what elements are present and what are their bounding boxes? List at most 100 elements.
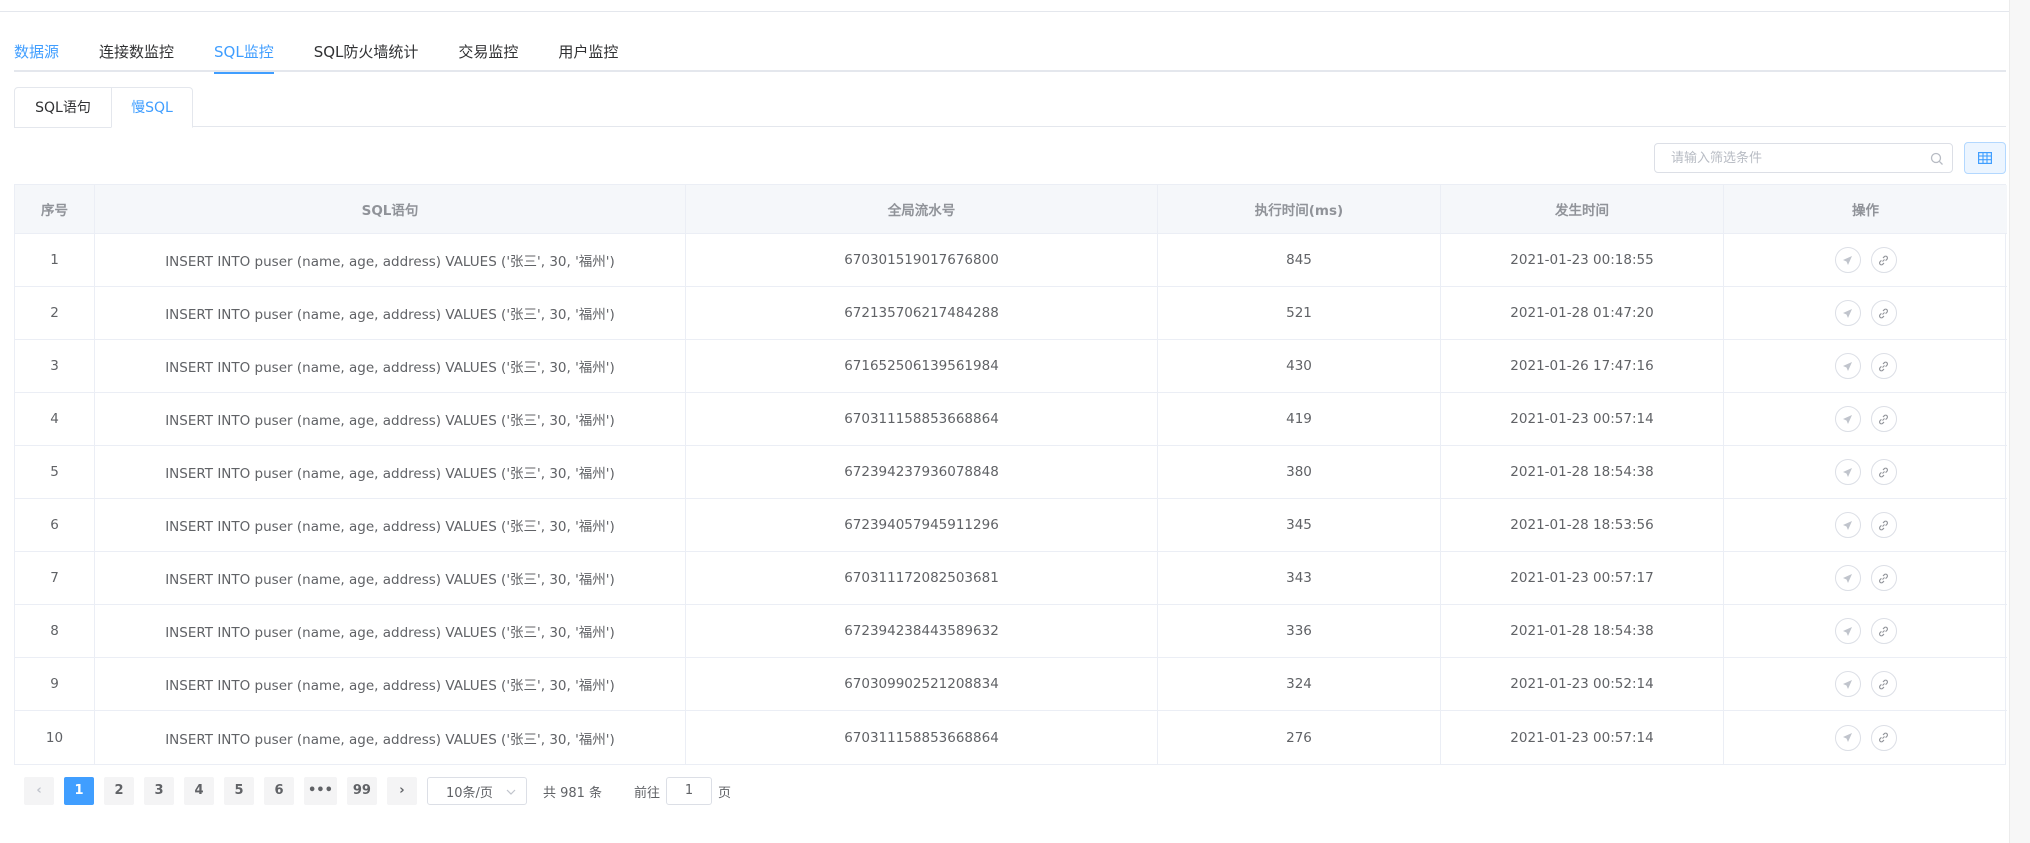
page-5[interactable]: 5 [224, 777, 254, 805]
send-icon[interactable] [1834, 618, 1861, 644]
row-serial: 670311158853668864 [686, 393, 1158, 445]
page-3[interactable]: 3 [144, 777, 174, 805]
tab-connection-monitor[interactable]: 连接数监控 [99, 33, 174, 72]
row-serial: 670301519017676800 [686, 234, 1158, 286]
row-sql: INSERT INTO puser (name, age, address) V… [95, 605, 686, 657]
page-2[interactable]: 2 [104, 777, 134, 805]
row-index: 3 [15, 340, 95, 392]
table-row: 8 INSERT INTO puser (name, age, address) … [15, 605, 2007, 658]
row-exec-time: 336 [1158, 605, 1441, 657]
send-icon[interactable] [1834, 300, 1861, 326]
goto-label: 前往 [634, 785, 661, 801]
row-occur-time: 2021-01-23 00:57:17 [1441, 552, 1724, 604]
row-index: 9 [15, 658, 95, 710]
row-sql: INSERT INTO puser (name, age, address) V… [95, 552, 686, 604]
row-sql: INSERT INTO puser (name, age, address) V… [95, 658, 686, 710]
link-icon[interactable] [1870, 353, 1897, 379]
row-serial: 670311158853668864 [686, 711, 1158, 764]
row-index: 4 [15, 393, 95, 445]
row-occur-time: 2021-01-23 00:18:55 [1441, 234, 1724, 286]
main-tabs: 数据源 连接数监控 SQL监控 SQL防火墙统计 交易监控 用户监控 [14, 33, 2006, 74]
chevron-down-icon [506, 784, 516, 799]
table-row: 6 INSERT INTO puser (name, age, address) … [15, 499, 2007, 552]
row-exec-time: 430 [1158, 340, 1441, 392]
row-index: 7 [15, 552, 95, 604]
row-serial: 672135706217484288 [686, 287, 1158, 339]
send-icon[interactable] [1834, 671, 1861, 697]
link-icon[interactable] [1870, 459, 1897, 485]
row-exec-time: 276 [1158, 711, 1441, 764]
row-actions [1724, 340, 2007, 392]
subtab-sql-statements[interactable]: SQL语句 [14, 87, 112, 128]
table-row: 7 INSERT INTO puser (name, age, address) … [15, 552, 2007, 605]
link-icon[interactable] [1870, 565, 1897, 591]
row-index: 1 [15, 234, 95, 286]
goto-page-input[interactable]: 1 [666, 777, 713, 805]
send-icon[interactable] [1834, 353, 1861, 379]
row-occur-time: 2021-01-23 00:52:14 [1441, 658, 1724, 710]
tab-sql-firewall-stats[interactable]: SQL防火墙统计 [314, 33, 419, 72]
row-exec-time: 521 [1158, 287, 1441, 339]
send-icon[interactable] [1834, 406, 1861, 432]
link-icon[interactable] [1870, 300, 1897, 326]
link-icon[interactable] [1870, 671, 1897, 697]
send-icon[interactable] [1834, 459, 1861, 485]
link-icon[interactable] [1870, 724, 1897, 751]
more-pages-button[interactable]: ••• [304, 777, 337, 805]
row-sql: INSERT INTO puser (name, age, address) V… [95, 287, 686, 339]
table-body: 1 INSERT INTO puser (name, age, address) … [15, 234, 2007, 764]
prev-page-button[interactable]: ‹ [24, 777, 54, 805]
row-sql: INSERT INTO puser (name, age, address) V… [95, 711, 686, 764]
table-row: 3 INSERT INTO puser (name, age, address) … [15, 340, 2007, 393]
sub-tabs: SQL语句 慢SQL [14, 87, 2006, 128]
next-page-button[interactable]: › [386, 777, 417, 805]
slow-sql-table: 序号 SQL语句 全局流水号 执行时间(ms) 发生时间 操作 1 INSERT … [14, 184, 2007, 765]
page-size-value: 10条/页 [445, 785, 493, 801]
send-icon[interactable] [1834, 512, 1861, 538]
row-actions [1724, 234, 2007, 286]
page-1[interactable]: 1 [64, 777, 94, 805]
link-icon[interactable] [1870, 247, 1897, 273]
filter-input[interactable] [1669, 144, 1929, 172]
search-icon[interactable] [1930, 151, 1944, 165]
subtab-slow-sql[interactable]: 慢SQL [111, 87, 193, 128]
header-serial: 全局流水号 [686, 185, 1158, 233]
page-size-select[interactable]: 10条/页 [426, 777, 527, 805]
header-actions: 操作 [1852, 203, 1879, 219]
table-header: 序号 SQL语句 全局流水号 执行时间(ms) 发生时间 操作 [15, 185, 2007, 234]
send-icon[interactable] [1834, 247, 1861, 273]
row-exec-time: 380 [1158, 446, 1441, 498]
row-sql: INSERT INTO puser (name, age, address) V… [95, 340, 686, 392]
send-icon[interactable] [1834, 565, 1861, 591]
row-exec-time: 324 [1158, 658, 1441, 710]
page-99[interactable]: 99 [346, 777, 377, 805]
row-occur-time: 2021-01-28 18:54:38 [1441, 446, 1724, 498]
link-icon[interactable] [1870, 406, 1897, 432]
window-scrollbar[interactable] [2009, 0, 2030, 843]
link-icon[interactable] [1870, 512, 1897, 538]
link-icon[interactable] [1870, 618, 1897, 644]
tab-user-monitor[interactable]: 用户监控 [558, 33, 618, 72]
row-actions [1724, 287, 2007, 339]
goto-suffix: 页 [718, 785, 732, 801]
row-occur-time: 2021-01-28 01:47:20 [1441, 287, 1724, 339]
row-exec-time: 845 [1158, 234, 1441, 286]
row-sql: INSERT INTO puser (name, age, address) V… [95, 499, 686, 551]
tab-sql-monitor[interactable]: SQL监控 [214, 33, 274, 74]
row-actions [1724, 499, 2007, 551]
row-actions [1724, 658, 2007, 710]
table-row: 2 INSERT INTO puser (name, age, address) … [15, 287, 2007, 340]
page-6[interactable]: 6 [264, 777, 294, 805]
page-4[interactable]: 4 [184, 777, 214, 805]
row-exec-time: 343 [1158, 552, 1441, 604]
pagination: ‹ 1 2 3 4 5 6 ••• 99 › 10条/页 共 981 条 前往 … [24, 776, 731, 806]
row-serial: 672394238443589632 [686, 605, 1158, 657]
row-index: 8 [15, 605, 95, 657]
table-row: 1 INSERT INTO puser (name, age, address) … [15, 234, 2007, 287]
send-icon[interactable] [1834, 724, 1861, 751]
tab-transaction-monitor[interactable]: 交易监控 [458, 33, 518, 72]
row-sql: INSERT INTO puser (name, age, address) V… [95, 446, 686, 498]
column-settings-button[interactable] [1964, 142, 2006, 174]
row-serial: 670309902521208834 [686, 658, 1158, 710]
tab-datasource[interactable]: 数据源 [14, 33, 59, 72]
